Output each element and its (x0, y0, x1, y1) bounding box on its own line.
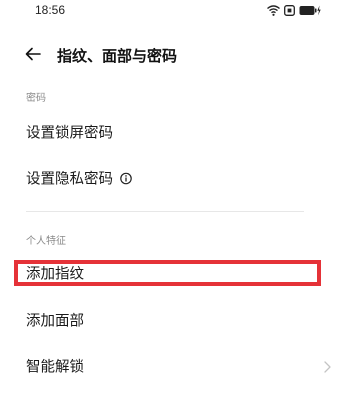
info-icon[interactable] (120, 172, 132, 184)
status-time: 18:56 (35, 3, 66, 17)
item-label: 添加指纹 (26, 263, 84, 284)
header: 指纹、面部与密码 (0, 40, 361, 70)
item-text: 设置锁屏密码 (26, 125, 113, 142)
battery-charging-icon (299, 5, 321, 16)
item-text: 设置隐私密码 (26, 171, 113, 188)
status-bar: 18:56 (0, 0, 361, 22)
item-text: 添加面部 (26, 313, 84, 330)
section-label-password: 密码 (26, 93, 46, 104)
page-title: 指纹、面部与密码 (57, 47, 178, 65)
item-label: 添加面部 (26, 310, 84, 331)
item-text: 智能解锁 (26, 359, 84, 376)
item-text: 添加指纹 (26, 266, 84, 283)
section-divider (26, 211, 304, 212)
add-face-item[interactable]: 添加面部 (0, 300, 332, 340)
smart-unlock-item[interactable]: 智能解锁 (0, 346, 332, 386)
set-privacy-password-item[interactable]: 设置隐私密码 (0, 158, 332, 198)
nfc-icon (284, 4, 295, 16)
item-label: 设置锁屏密码 (26, 122, 113, 143)
chevron-right-icon (322, 359, 332, 373)
arrow-left-icon (25, 46, 41, 65)
set-lock-screen-password-item[interactable]: 设置锁屏密码 (0, 112, 332, 152)
back-button[interactable] (20, 42, 46, 68)
item-label: 设置隐私密码 (26, 168, 132, 189)
wifi-icon (267, 4, 280, 16)
item-label: 智能解锁 (26, 356, 84, 377)
add-fingerprint-item[interactable]: 添加指纹 (0, 254, 332, 292)
status-icons (267, 3, 321, 17)
section-label-biometrics: 个人特征 (26, 236, 66, 247)
